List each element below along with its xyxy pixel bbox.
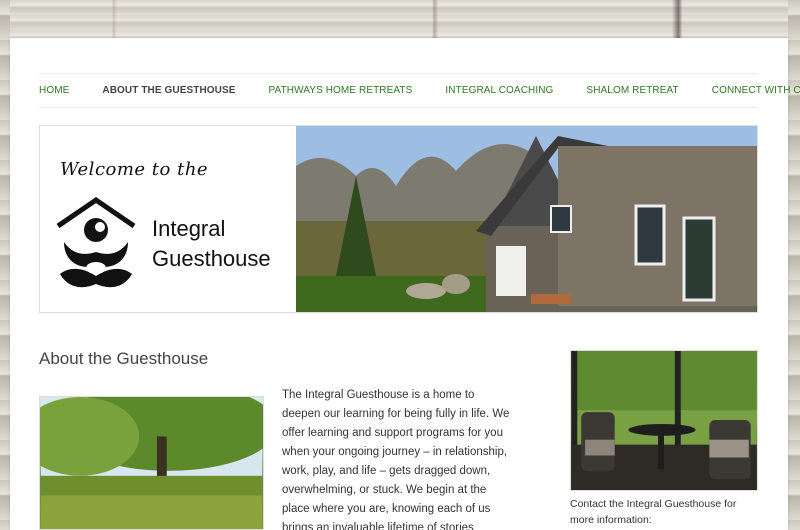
page-container: HOME ABOUT THE GUESTHOUSE PATHWAYS HOME …	[10, 38, 800, 530]
wood-background-top	[0, 0, 800, 38]
intro-paragraph: The Integral Guesthouse is a home to dee…	[282, 389, 510, 530]
banner-logo-panel: Welcome to the Integral Guesthouse	[40, 126, 296, 312]
brand-name-line2: Guesthouse	[152, 246, 271, 271]
wood-background-left	[0, 0, 10, 530]
nav-connect-with-chris[interactable]: CONNECT WITH CHRIS	[712, 85, 800, 96]
guesthouse-photo	[296, 126, 757, 312]
porch-photo	[570, 350, 758, 491]
page-title: About the Guesthouse	[39, 349, 209, 368]
wood-background-right	[788, 0, 800, 530]
nav-about-the-guesthouse[interactable]: ABOUT THE GUESTHOUSE	[102, 85, 235, 96]
meadow-trees-photo	[39, 396, 264, 530]
nav-home[interactable]: HOME	[39, 85, 69, 96]
nav-integral-coaching[interactable]: INTEGRAL COACHING	[445, 85, 553, 96]
header-banner[interactable]: Welcome to the Integral Guesthouse	[39, 125, 758, 313]
guesthouse-logo-icon	[56, 196, 136, 288]
brand-name-line1: Integral	[152, 216, 226, 241]
nav-shalom-retreat[interactable]: SHALOM RETREAT	[586, 85, 678, 96]
contact-prompt: Contact the Integral Guesthouse for more…	[570, 498, 737, 526]
nav-pathways-home-retreats[interactable]: PATHWAYS HOME RETREATS	[269, 85, 413, 96]
welcome-text: Welcome to the	[60, 159, 209, 180]
main-nav: HOME ABOUT THE GUESTHOUSE PATHWAYS HOME …	[39, 73, 800, 108]
